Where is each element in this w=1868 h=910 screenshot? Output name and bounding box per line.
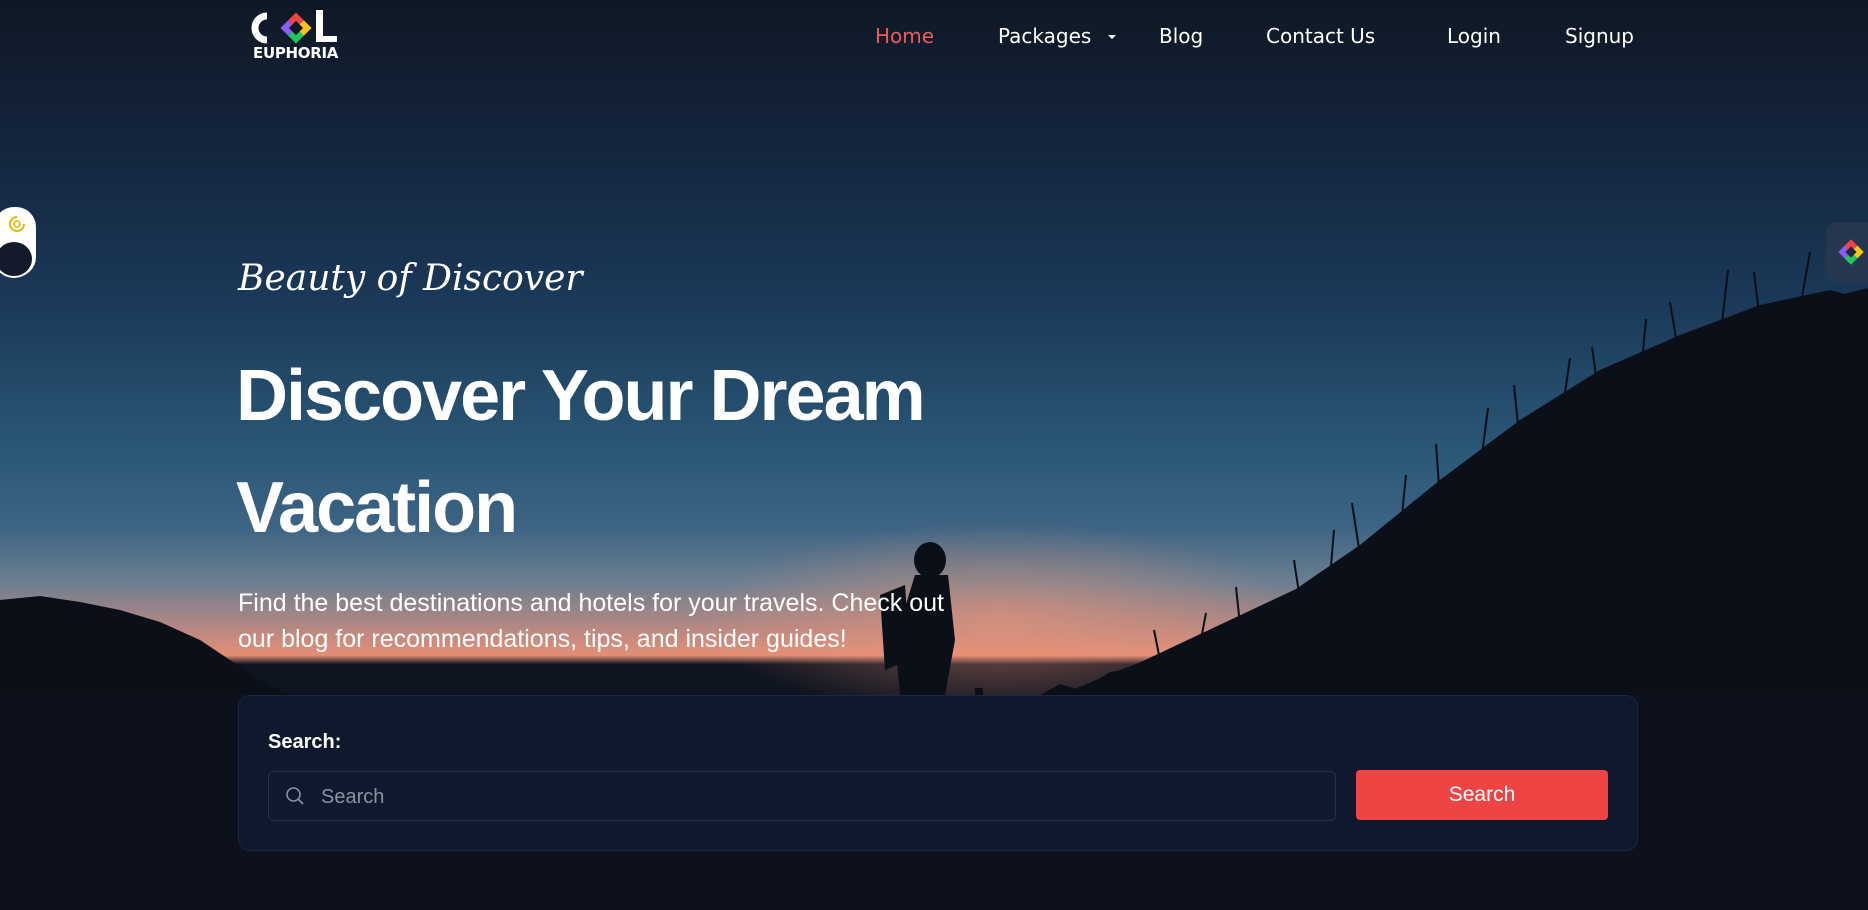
search-input[interactable] (319, 772, 1323, 822)
hero-subtitle: Find the best destinations and hotels fo… (238, 589, 944, 653)
search-button[interactable]: Search (1356, 770, 1608, 820)
hero-headline: Discover Your Dream Vacation (236, 356, 926, 548)
brand-logo-text: EUPHORIA (253, 44, 339, 62)
nav-signup[interactable]: Signup (1565, 24, 1634, 48)
nav-blog[interactable]: Blog (1159, 24, 1203, 48)
nav-packages[interactable]: Packages (998, 24, 1091, 48)
diamond-logo-icon[interactable] (1836, 237, 1866, 267)
hero-tagline: Beauty of Discover (238, 258, 583, 299)
chevron-down-icon[interactable] (1108, 35, 1116, 39)
nav-home[interactable]: Home (875, 24, 934, 48)
search-field[interactable] (268, 771, 1336, 822)
hero-section: EUPHORIA Home Packages Blog Contact Us L… (0, 0, 1868, 910)
sun-icon[interactable] (6, 213, 28, 235)
nav-login[interactable]: Login (1447, 24, 1501, 48)
nav-contact-us[interactable]: Contact Us (1266, 24, 1375, 48)
search-label: Search: (268, 731, 342, 753)
search-icon (286, 787, 304, 805)
